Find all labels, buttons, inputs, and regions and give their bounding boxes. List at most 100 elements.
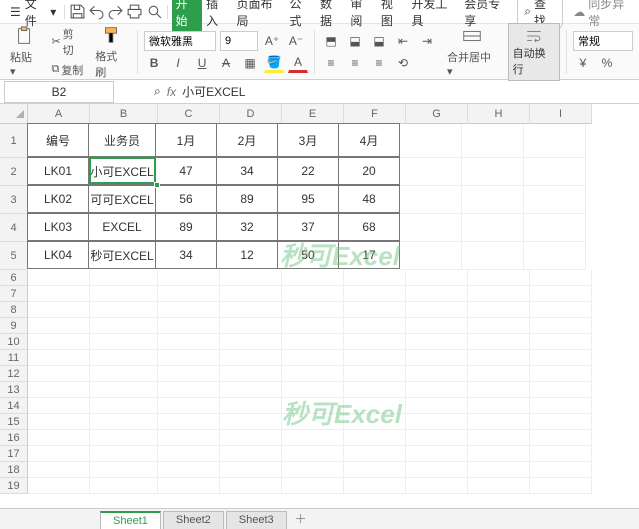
menu-tab-0[interactable]: 开始 [172,0,202,32]
cell-G3[interactable] [400,186,462,214]
cell-E16[interactable] [282,430,344,446]
indent-decrease-icon[interactable]: ⇤ [393,31,413,51]
menu-tab-3[interactable]: 公式 [285,0,315,32]
cell-D13[interactable] [220,382,282,398]
col-header-D[interactable]: D [220,104,282,124]
cell-G11[interactable] [406,350,468,366]
cell-E4[interactable]: 37 [277,213,339,241]
row-header-1[interactable]: 1 [0,124,28,158]
cell-H6[interactable] [468,270,530,286]
add-sheet-button[interactable]: ＋ [289,508,313,529]
cell-F13[interactable] [344,382,406,398]
cell-D16[interactable] [220,430,282,446]
cell-H7[interactable] [468,286,530,302]
cell-F11[interactable] [344,350,406,366]
row-header-16[interactable]: 16 [0,430,28,446]
cell-D17[interactable] [220,446,282,462]
formula-input[interactable]: 小可EXCEL [176,83,639,100]
cell-D15[interactable] [220,414,282,430]
cell-H10[interactable] [468,334,530,350]
cell-G4[interactable] [400,214,462,242]
cell-C7[interactable] [158,286,220,302]
row-header-5[interactable]: 5 [0,242,28,270]
cell-A19[interactable] [28,478,90,494]
redo-icon[interactable] [107,3,124,21]
cell-C18[interactable] [158,462,220,478]
cell-I2[interactable] [524,158,586,186]
cell-H5[interactable] [462,242,524,270]
currency-button[interactable]: ¥ [573,53,593,73]
cell-B4[interactable]: EXCEL [88,213,156,241]
menu-tab-6[interactable]: 视图 [377,0,407,32]
cell-F7[interactable] [344,286,406,302]
cell-C5[interactable]: 34 [155,241,217,269]
cell-D10[interactable] [220,334,282,350]
fx-icon[interactable]: fx [167,85,176,99]
cell-G2[interactable] [400,158,462,186]
cell-E11[interactable] [282,350,344,366]
cell-A12[interactable] [28,366,90,382]
cell-I13[interactable] [530,382,592,398]
cell-H8[interactable] [468,302,530,318]
merge-center-button[interactable]: 合并居中 ▾ [443,23,502,80]
cell-B1[interactable]: 业务员 [88,123,156,157]
cells-area[interactable]: 编号业务员1月2月3月4月LK01小可EXCEL47342220LK02可可EX… [28,124,592,494]
cell-G17[interactable] [406,446,468,462]
cell-F12[interactable] [344,366,406,382]
align-top-icon[interactable]: ⬒ [321,31,341,51]
row-header-14[interactable]: 14 [0,398,28,414]
cell-E6[interactable] [282,270,344,286]
cell-H3[interactable] [462,186,524,214]
row-header-9[interactable]: 9 [0,318,28,334]
cell-G18[interactable] [406,462,468,478]
cell-A15[interactable] [28,414,90,430]
orientation-icon[interactable]: ⟲ [393,53,413,73]
cell-F19[interactable] [344,478,406,494]
cell-I11[interactable] [530,350,592,366]
cell-H16[interactable] [468,430,530,446]
col-header-B[interactable]: B [90,104,158,124]
menu-tab-1[interactable]: 插入 [202,0,232,32]
percent-button[interactable]: % [597,53,617,73]
row-header-18[interactable]: 18 [0,462,28,478]
cell-C10[interactable] [158,334,220,350]
font-name-select[interactable] [144,31,216,51]
cell-H12[interactable] [468,366,530,382]
cell-E15[interactable] [282,414,344,430]
strike-button[interactable]: A [216,53,236,73]
cell-D12[interactable] [220,366,282,382]
name-box[interactable]: B2 [4,81,114,103]
cell-I14[interactable] [530,398,592,414]
cell-E14[interactable] [282,398,344,414]
sync-status[interactable]: ☁ 同步异常 [573,0,633,29]
cell-E10[interactable] [282,334,344,350]
bold-button[interactable]: B [144,53,164,73]
cell-F3[interactable]: 48 [338,185,400,213]
cell-B3[interactable]: 可可EXCEL [88,185,156,213]
cell-G1[interactable] [400,124,462,158]
cell-I6[interactable] [530,270,592,286]
cell-D5[interactable]: 12 [216,241,278,269]
cell-I4[interactable] [524,214,586,242]
cell-E2[interactable]: 22 [277,157,339,185]
border-button[interactable]: ▦ [240,53,260,73]
cell-H4[interactable] [462,214,524,242]
select-all-corner[interactable] [0,104,28,124]
col-header-I[interactable]: I [530,104,592,124]
cell-A18[interactable] [28,462,90,478]
cell-C3[interactable]: 56 [155,185,217,213]
cell-B19[interactable] [90,478,158,494]
cell-B12[interactable] [90,366,158,382]
cell-D1[interactable]: 2月 [216,123,278,157]
cell-F16[interactable] [344,430,406,446]
cell-I12[interactable] [530,366,592,382]
cell-F4[interactable]: 68 [338,213,400,241]
cell-E1[interactable]: 3月 [277,123,339,157]
cell-D6[interactable] [220,270,282,286]
cell-H11[interactable] [468,350,530,366]
cell-B17[interactable] [90,446,158,462]
number-format-select[interactable] [573,31,633,51]
cell-H15[interactable] [468,414,530,430]
menu-tab-5[interactable]: 审阅 [346,0,376,32]
sheet-tab-Sheet2[interactable]: Sheet2 [163,511,224,529]
